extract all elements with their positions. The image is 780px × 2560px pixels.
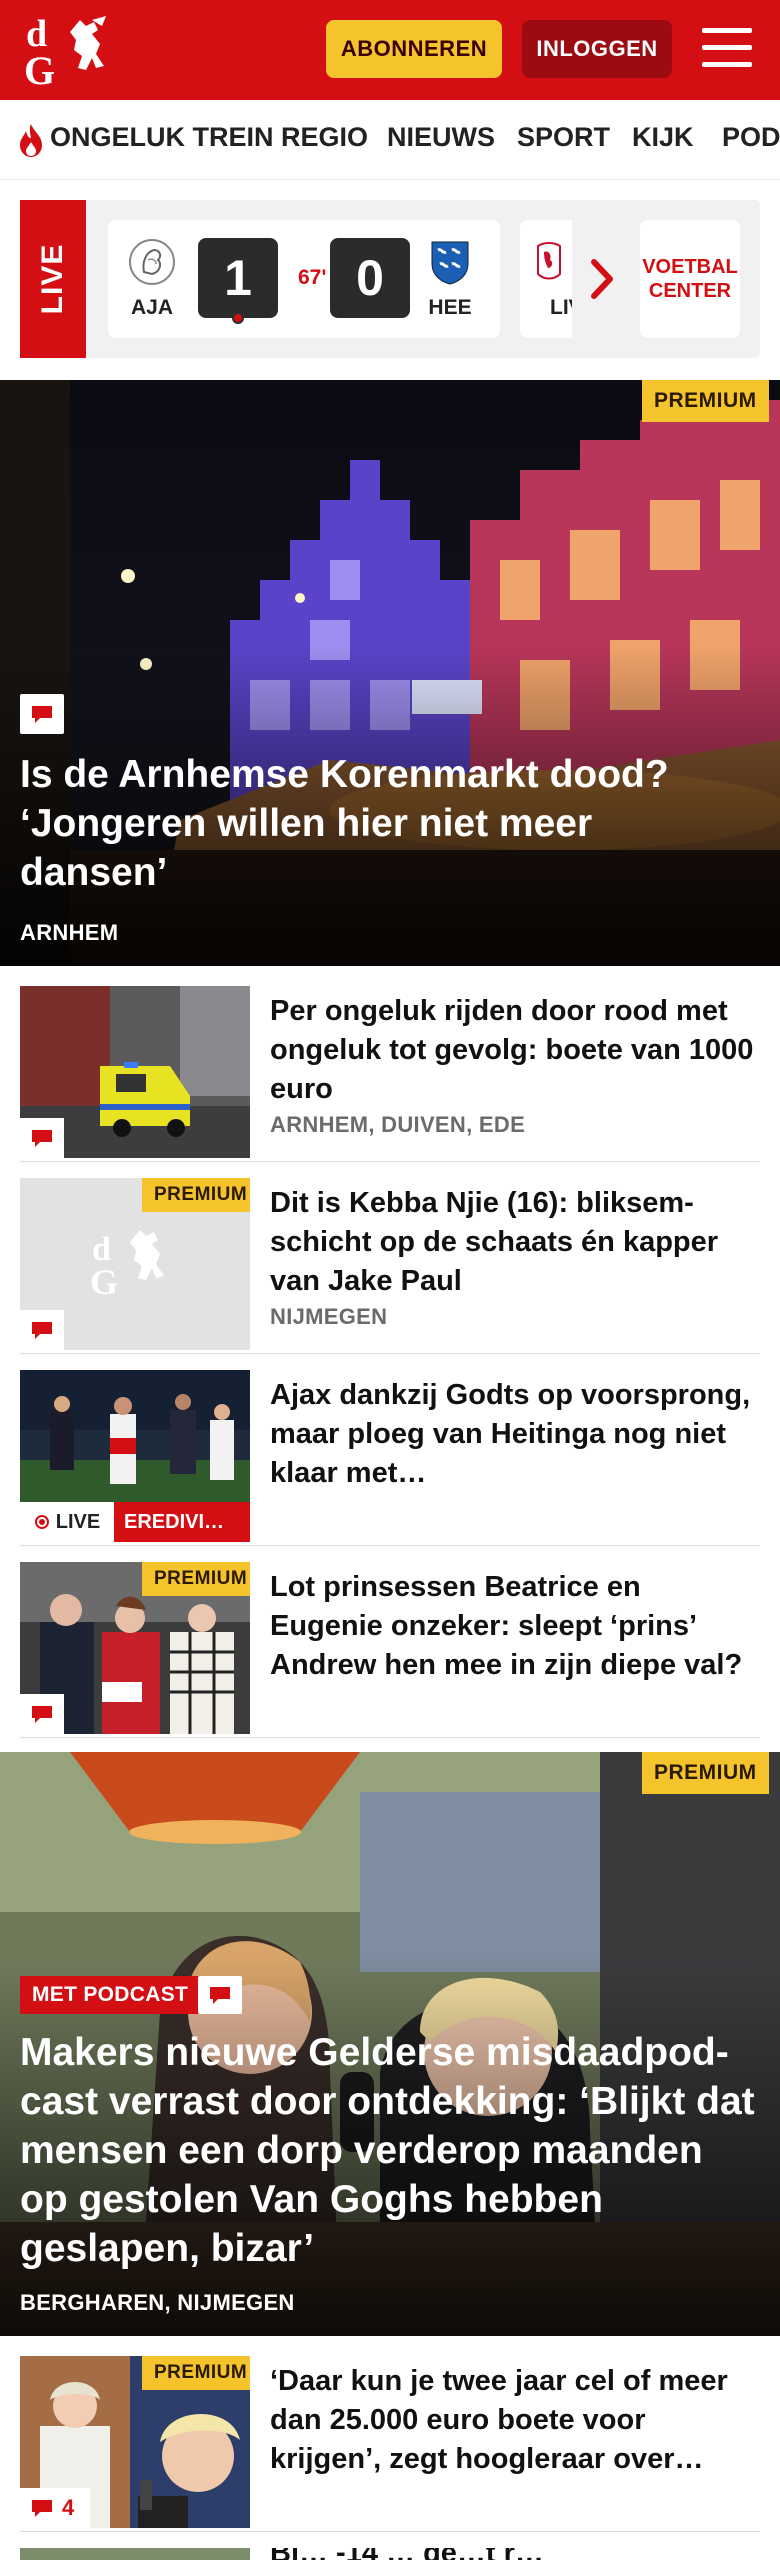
menu-icon[interactable] bbox=[700, 24, 754, 72]
article-title[interactable]: Ajax dankzij Godts op voorsprong, maar p… bbox=[270, 1376, 760, 1493]
nav-item-kijk[interactable]: KIJK bbox=[632, 122, 694, 153]
section-nav: ONGELUK TREIN REGIO NIEUWS SPORT KIJK PO… bbox=[0, 100, 780, 180]
comment-button[interactable] bbox=[20, 1694, 64, 1734]
match-card[interactable]: AJA 1 67' 0 HEE bbox=[108, 220, 500, 338]
article-thumbnail: PREMIUM 4 bbox=[20, 2356, 250, 2528]
article-thumbnail bbox=[20, 2548, 250, 2560]
liverpool-crest-icon bbox=[537, 242, 561, 280]
comment-icon bbox=[32, 1322, 52, 1339]
comment-icon bbox=[210, 1987, 230, 2004]
comment-button[interactable] bbox=[20, 1118, 64, 1158]
article-title[interactable]: Per ongeluk rijden door rood met ongeluk… bbox=[270, 992, 760, 1109]
hero-location: ARNHEM bbox=[20, 920, 119, 945]
comment-button[interactable] bbox=[20, 694, 64, 734]
article-location: NIJMEGEN bbox=[270, 1304, 388, 1329]
list-item[interactable]: PREMIUM 4 ‘Daar kun je twee jaar cel of … bbox=[20, 2356, 760, 2532]
article-title[interactable]: Lot prinsessen Beatrice en Eugenie onzek… bbox=[270, 1568, 760, 1685]
hero-location-2: BERGHAREN, NIJMEGEN bbox=[20, 2290, 295, 2315]
comment-icon bbox=[32, 1706, 52, 1723]
live-label: LIVE bbox=[20, 200, 86, 358]
match-minute: 67' bbox=[298, 266, 327, 289]
home-score: 1 bbox=[198, 238, 278, 318]
goal-indicator bbox=[232, 312, 244, 324]
article-location: ARNHEM, DUIVEN, EDE bbox=[270, 1112, 526, 1137]
away-team-name: HEE bbox=[428, 296, 472, 319]
svg-text:G: G bbox=[90, 1262, 118, 1302]
live-strip: LIVE EREDIVI… bbox=[20, 1502, 250, 1542]
nav-item-podcast[interactable]: POD bbox=[722, 122, 780, 153]
comment-icon bbox=[32, 706, 52, 723]
live-indicator: LIVE bbox=[20, 1502, 114, 1542]
comment-button[interactable] bbox=[20, 1310, 64, 1350]
premium-badge: PREMIUM bbox=[142, 1562, 250, 1596]
article-title[interactable]: Bi… -14 … de…t r… bbox=[270, 2548, 760, 2560]
article-title[interactable]: ‘Daar kun je twee jaar cel of meer dan 2… bbox=[270, 2362, 760, 2479]
nav-item-sport[interactable]: SPORT bbox=[517, 122, 610, 153]
article-thumbnail: PREMIUM bbox=[20, 1562, 250, 1734]
list-item[interactable]: d G PREMIUM Dit is Kebba Njie (16): blik… bbox=[20, 1178, 760, 1354]
list-item[interactable]: LIVE EREDIVI… Ajax dankzij Godts op voor… bbox=[20, 1370, 760, 1546]
comment-icon bbox=[32, 2500, 52, 2517]
nav-item-regio[interactable]: REGIO bbox=[281, 122, 368, 153]
hero-article[interactable]: PREMIUM Is de Arnhemse Korenmarkt dood? … bbox=[0, 380, 780, 966]
list-item[interactable]: Per ongeluk rijden door rood met ongeluk… bbox=[20, 986, 760, 1162]
live-scores-bar: LIVE AJA 1 67' 0 HEE LIV VOETBAL CENTER bbox=[20, 200, 760, 358]
article-thumbnail bbox=[20, 986, 250, 1158]
premium-badge: PREMIUM bbox=[142, 2356, 250, 2390]
nav-item-nieuws[interactable]: NIEUWS bbox=[387, 122, 495, 153]
heerenveen-crest-icon bbox=[431, 241, 469, 285]
comment-count: 4 bbox=[62, 2495, 75, 2520]
live-dot-icon bbox=[34, 1515, 49, 1529]
away-score: 0 bbox=[330, 238, 410, 318]
section-label: EREDIVI… bbox=[114, 1502, 250, 1542]
next-team-name: LIV bbox=[550, 296, 572, 319]
hero-headline[interactable]: Is de Arnhemse Korenmarkt dood? ‘Jongere… bbox=[20, 750, 740, 897]
gelderlander-logo[interactable]: d G bbox=[22, 12, 122, 93]
flame-icon bbox=[20, 124, 42, 157]
list-item[interactable]: PREMIUM Lot prinsessen Beatrice en Eugen… bbox=[20, 1562, 760, 1738]
list-item[interactable]: Bi… -14 … de…t r… bbox=[20, 2548, 760, 2560]
chevron-right-icon[interactable] bbox=[588, 254, 618, 304]
article-thumbnail: d G PREMIUM bbox=[20, 1178, 250, 1350]
svg-text:G: G bbox=[24, 48, 55, 88]
comment-icon bbox=[32, 1130, 52, 1147]
hero-headline-2[interactable]: Makers nieuwe Gelderse misdaadpod­cast v… bbox=[20, 2028, 760, 2273]
ajax-crest-icon bbox=[129, 239, 175, 285]
article-title[interactable]: Dit is Kebba Njie (16): bliksem­schicht … bbox=[270, 1184, 760, 1301]
podcast-tag: MET PODCAST bbox=[20, 1976, 201, 2014]
comment-button[interactable] bbox=[198, 1976, 242, 2014]
premium-badge: PREMIUM bbox=[642, 1752, 769, 1794]
next-match-card[interactable]: LIV bbox=[520, 220, 572, 338]
top-bar: d G ABONNEREN INLOGGEN bbox=[0, 0, 780, 100]
subscribe-button[interactable]: ABONNEREN bbox=[326, 20, 502, 78]
comment-button[interactable]: 4 bbox=[20, 2488, 90, 2528]
login-button[interactable]: INLOGGEN bbox=[522, 20, 672, 78]
article-thumbnail: LIVE EREDIVI… bbox=[20, 1370, 250, 1542]
hero-article-2[interactable]: PREMIUM MET PODCAST Makers nieuwe Gelder… bbox=[0, 1752, 780, 2336]
premium-badge: PREMIUM bbox=[642, 380, 769, 422]
voetbal-center-link[interactable]: VOETBAL CENTER bbox=[640, 220, 740, 338]
home-team-name: AJA bbox=[130, 296, 173, 319]
premium-badge: PREMIUM bbox=[142, 1178, 250, 1212]
nav-item-ongeluk-trein[interactable]: ONGELUK TREIN bbox=[50, 122, 274, 153]
